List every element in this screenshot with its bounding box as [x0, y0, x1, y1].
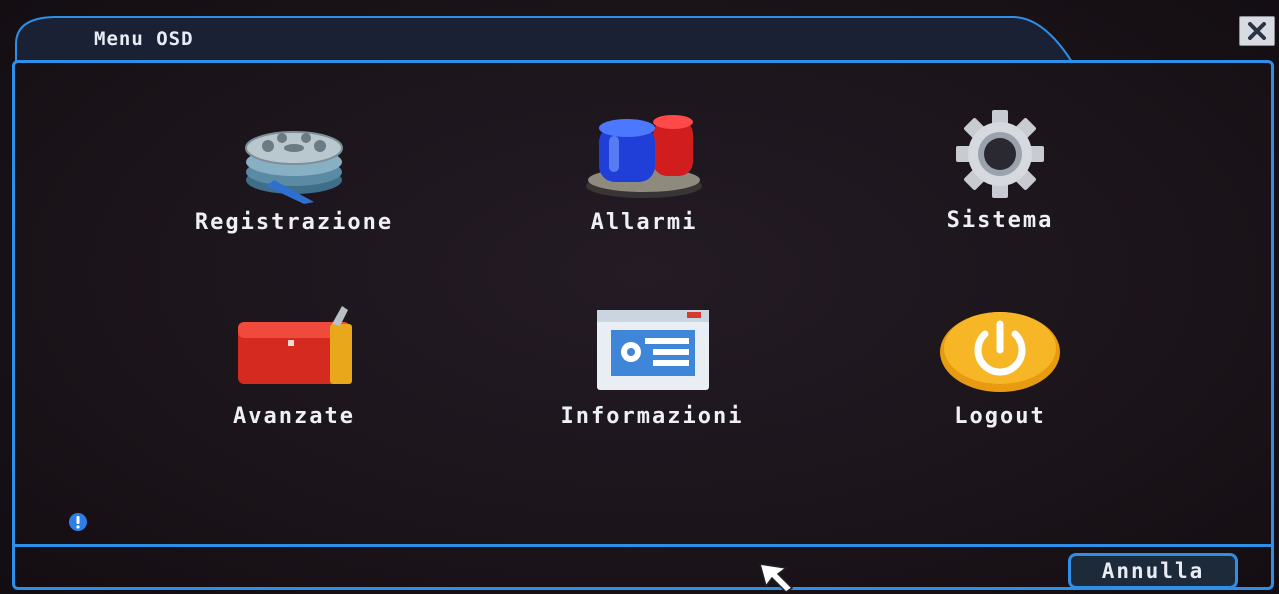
mouse-cursor-icon	[758, 563, 794, 593]
menu-item-logout[interactable]: Logout	[850, 304, 1150, 444]
footer-divider	[12, 544, 1274, 547]
close-button[interactable]	[1239, 16, 1275, 46]
osd-screen: Menu OSD Registrazione Allarmi Sistema A…	[0, 0, 1279, 594]
window-title: Menu OSD	[94, 28, 194, 50]
close-icon	[1248, 22, 1266, 40]
menu-item-informazioni[interactable]: Informazioni	[502, 304, 802, 444]
menu-label: Avanzate	[233, 404, 355, 429]
menu-item-registrazione[interactable]: Registrazione	[144, 118, 444, 258]
menu-label: Allarmi	[590, 210, 698, 235]
cancel-button[interactable]: Annulla	[1068, 553, 1238, 589]
menu-label: Sistema	[946, 208, 1054, 233]
power-icon	[940, 312, 1060, 392]
menu-item-sistema[interactable]: Sistema	[850, 110, 1150, 250]
info-icon	[69, 513, 87, 531]
gear-icon	[956, 110, 1044, 198]
alarm-siren-icon	[586, 115, 702, 198]
menu-item-allarmi[interactable]: Allarmi	[494, 112, 794, 252]
menu-item-avanzate[interactable]: Avanzate	[144, 302, 444, 442]
info-window-icon	[597, 310, 709, 390]
toolbox-icon	[238, 306, 352, 384]
film-reel-icon	[245, 131, 343, 204]
menu-label: Informazioni	[560, 404, 744, 429]
menu-label: Registrazione	[194, 210, 394, 235]
menu-label: Logout	[954, 404, 1046, 429]
